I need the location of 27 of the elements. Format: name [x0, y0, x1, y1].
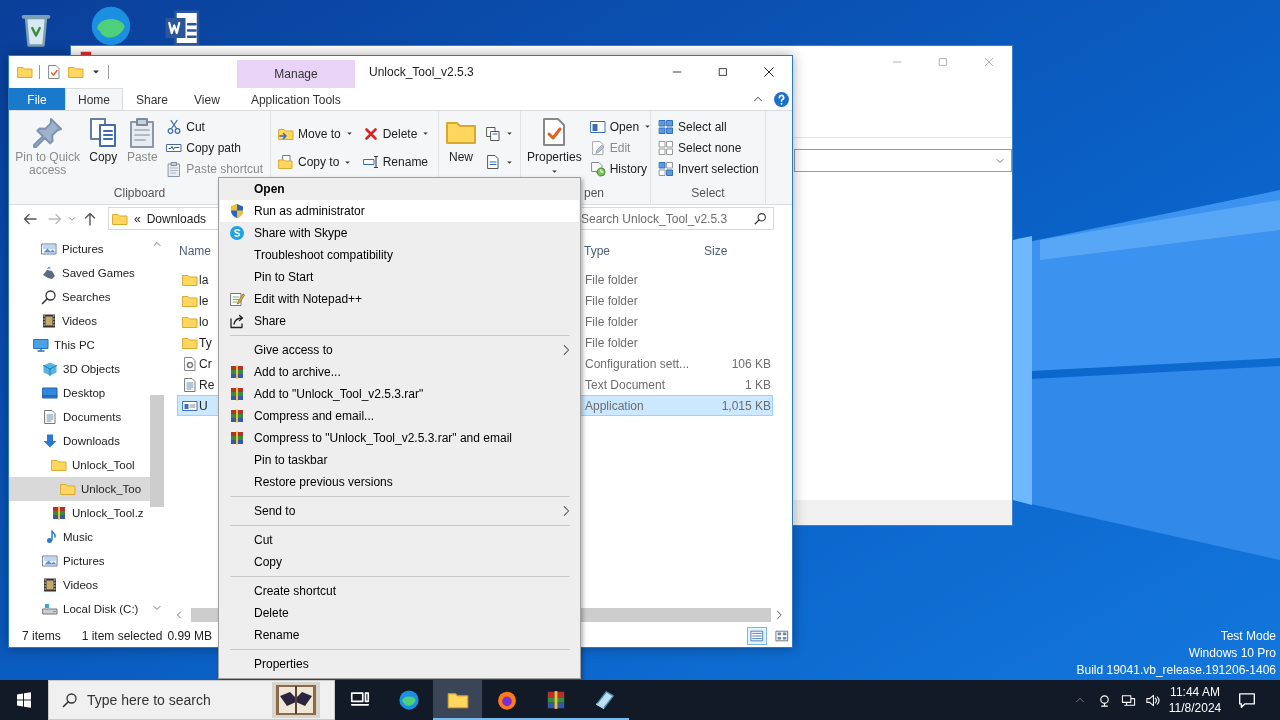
- file-type: Text Document: [585, 377, 667, 392]
- file-name: U: [199, 398, 208, 413]
- file-type: File folder: [585, 314, 639, 329]
- desktop-text: Build 19041.vb_release.191206-1406: [1076, 662, 1276, 679]
- file-type: File folder: [585, 335, 639, 350]
- window-title: Unlock_Tool_v2.5.3: [369, 65, 474, 79]
- file-name: la: [199, 272, 209, 287]
- file-name: lo: [199, 314, 209, 329]
- desktop-text: Test Mode: [1219, 628, 1276, 645]
- item-count: 7 items: [22, 628, 61, 643]
- file-size: 106 KB: [730, 356, 772, 371]
- group-label: pen: [583, 186, 606, 202]
- file-type: Application: [585, 398, 645, 413]
- file-name: Ty: [199, 335, 212, 350]
- file-type: Configuration sett...: [585, 356, 691, 371]
- file-size: 1,015 KB: [720, 398, 772, 413]
- file-name: Re: [199, 377, 215, 392]
- desktop-text: Windows 10 Pro: [1187, 645, 1276, 662]
- file-size: 1 KB: [744, 377, 772, 392]
- group-label: Select: [690, 186, 726, 202]
- file-type: File folder: [585, 272, 639, 287]
- file-type: File folder: [585, 293, 639, 308]
- file-name: Cr: [199, 356, 212, 371]
- selection-info: 1 item selected: [81, 628, 163, 643]
- selection-size: 0.99 MB: [167, 628, 213, 643]
- file-name: le: [199, 293, 209, 308]
- context-tab-header: Manage: [237, 60, 355, 88]
